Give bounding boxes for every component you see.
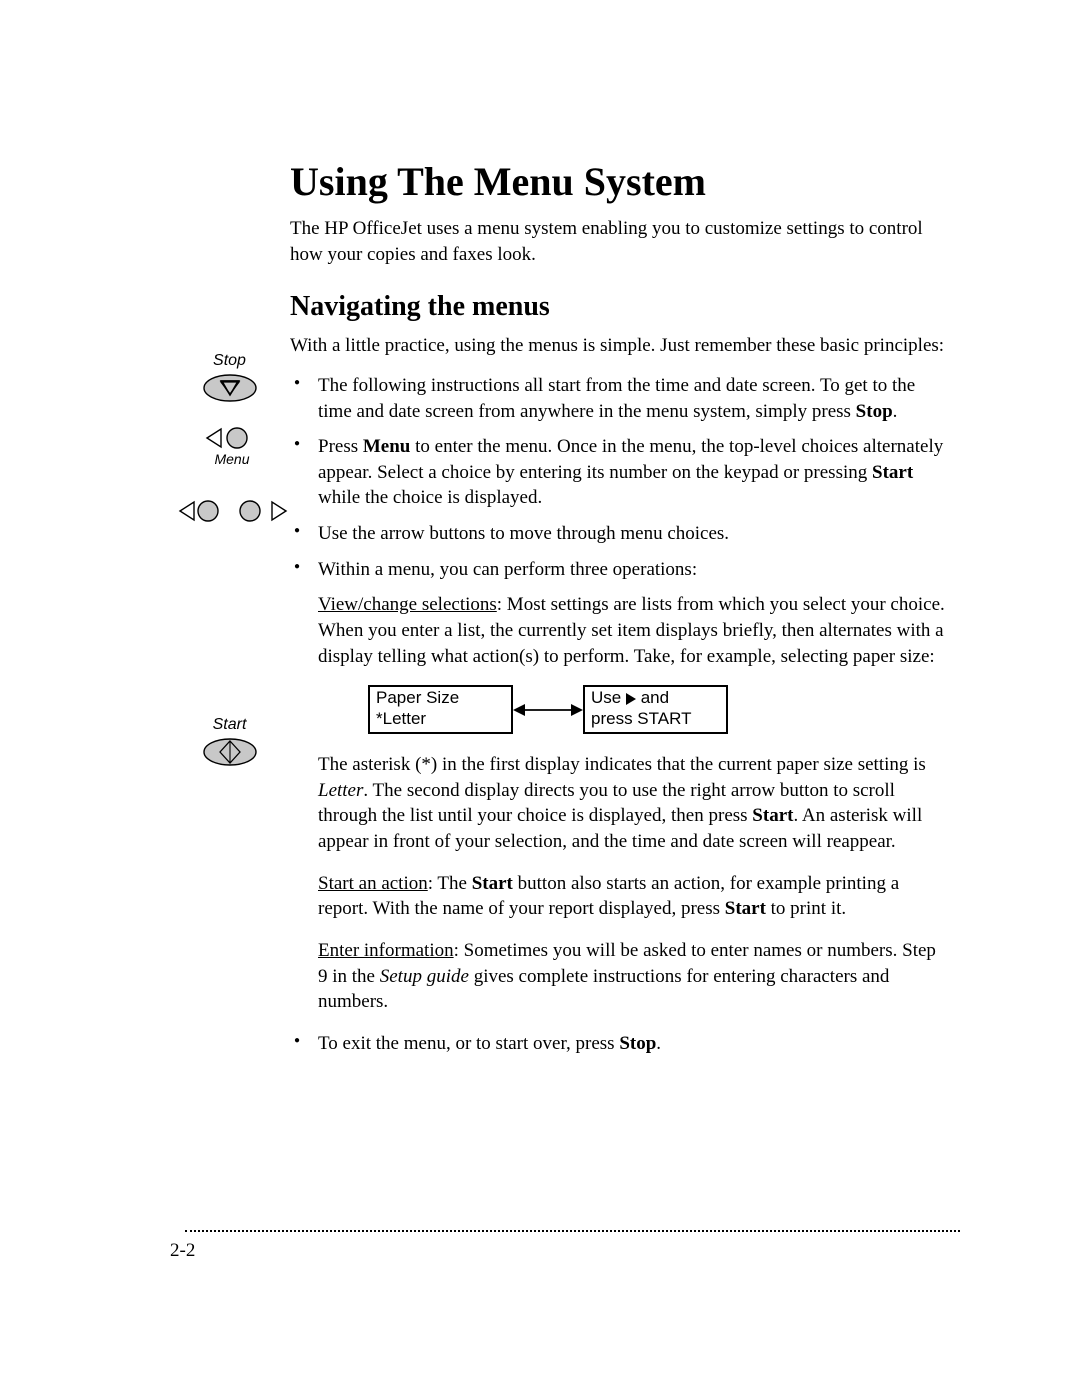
start-label: Start <box>182 716 277 734</box>
start-button-icon <box>200 737 260 767</box>
menu-button-icon <box>205 425 260 451</box>
lcd-diagram: Paper Size *Letter Use and press START <box>318 685 950 734</box>
margin-stop-group: Stop <box>182 352 277 403</box>
principles-list-tail: To exit the menu, or to start over, pres… <box>290 1031 950 1057</box>
content-column: Using The Menu System The HP OfficeJet u… <box>290 160 950 1057</box>
double-arrow-icon <box>513 700 583 720</box>
enter-info-paragraph: Enter information: Sometimes you will be… <box>318 938 950 1015</box>
list-item: Use the arrow buttons to move through me… <box>290 521 950 547</box>
margin-menu-group: Menu <box>192 425 272 470</box>
margin-arrows-group <box>178 498 288 524</box>
list-item: The following instructions all start fro… <box>290 373 950 424</box>
view-change-paragraph: View/change selections: Most settings ar… <box>318 592 950 669</box>
list-item: Within a menu, you can perform three ope… <box>290 557 950 583</box>
page-title: Using The Menu System <box>290 160 950 204</box>
stop-button-icon <box>200 373 260 403</box>
lcd-left: Paper Size *Letter <box>368 685 513 734</box>
lcd-right: Use and press START <box>583 685 728 734</box>
margin-start-group: Start <box>182 716 277 767</box>
section-heading: Navigating the menus <box>290 291 950 323</box>
list-item: Press Menu to enter the menu. Once in th… <box>290 434 950 511</box>
list-item: To exit the menu, or to start over, pres… <box>290 1031 950 1057</box>
start-action-paragraph: Start an action: The Start button also s… <box>318 871 950 922</box>
right-arrow-icon <box>626 693 636 705</box>
stop-label: Stop <box>182 352 277 370</box>
manual-page: Stop Menu Start <box>0 0 1080 1397</box>
principles-list: The following instructions all start fro… <box>290 373 950 582</box>
arrow-buttons-icon <box>178 498 288 524</box>
menu-label: Menu <box>192 451 272 467</box>
after-diagram-paragraph: The asterisk (*) in the first display in… <box>318 752 950 855</box>
section-intro: With a little practice, using the menus … <box>290 333 950 359</box>
footer-rule <box>185 1230 960 1232</box>
page-number: 2-2 <box>170 1240 195 1262</box>
intro-paragraph: The HP OfficeJet uses a menu system enab… <box>290 216 950 267</box>
